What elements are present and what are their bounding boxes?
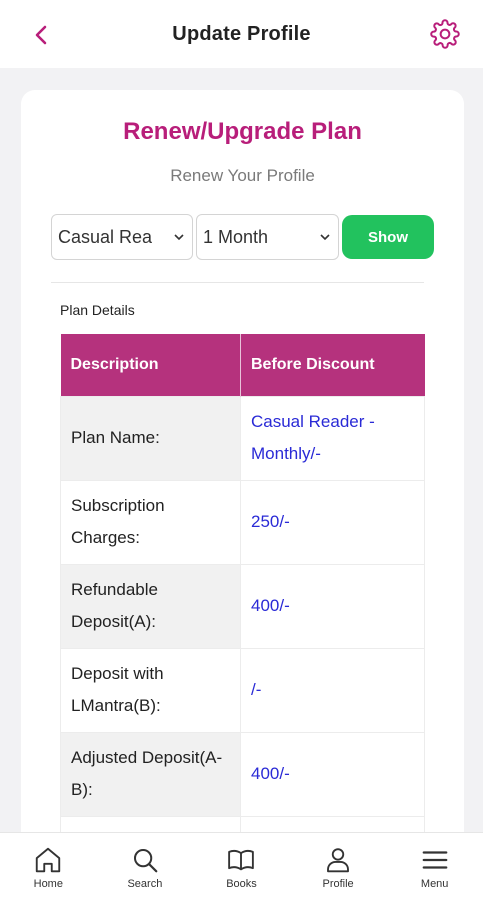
table-row: Refundable Deposit(A): 400/-	[60, 563, 425, 649]
plan-select[interactable]: Casual Rea	[51, 214, 193, 260]
page-title: Update Profile	[172, 22, 311, 45]
renew-plan-card: Renew/Upgrade Plan Renew Your Profile Ca…	[21, 90, 464, 850]
chevron-down-icon	[172, 230, 186, 244]
duration-select[interactable]: 1 Month	[196, 214, 339, 260]
show-button[interactable]: Show	[342, 215, 434, 259]
nav-home[interactable]: Home	[8, 845, 88, 890]
back-button[interactable]	[26, 20, 56, 50]
row-label: Plan Name:	[60, 395, 241, 481]
nav-profile-label: Profile	[322, 878, 354, 890]
home-icon	[36, 847, 61, 873]
nav-menu-label: Menu	[420, 878, 449, 890]
nav-profile[interactable]: Profile	[298, 845, 378, 890]
plan-details-label: Plan Details	[60, 302, 135, 318]
card-heading: Renew/Upgrade Plan	[123, 118, 362, 145]
divider	[51, 282, 424, 283]
profile-icon	[327, 848, 350, 873]
nav-menu[interactable]: Menu	[395, 845, 475, 890]
table-row: Plan Name: Casual Reader - Monthly/-	[60, 395, 425, 481]
row-label: Adjusted Deposit(A-B):	[60, 731, 241, 817]
plan-select-value: Casual Rea	[58, 226, 153, 247]
settings-button[interactable]	[429, 18, 461, 50]
gear-icon	[430, 19, 460, 49]
table-row: Adjusted Deposit(A-B): 400/-	[60, 731, 425, 817]
nav-search-label: Search	[127, 878, 163, 890]
row-value: 400/-	[240, 731, 425, 817]
search-icon	[133, 849, 158, 873]
book-icon	[228, 850, 255, 871]
column-header-before-discount: Before Discount	[240, 334, 425, 396]
table-row: Deposit with LMantra(B): /-	[60, 647, 425, 733]
nav-books-label: Books	[226, 878, 257, 890]
column-header-description: Description	[60, 334, 241, 396]
nav-books[interactable]: Books	[201, 845, 281, 890]
row-value: /-	[240, 647, 425, 733]
top-bar: Update Profile	[0, 0, 483, 68]
row-value: Casual Reader - Monthly/-	[240, 395, 425, 481]
duration-select-value: 1 Month	[203, 226, 269, 247]
bottom-navigation: Home Search Books Profile Menu	[0, 832, 483, 900]
nav-search[interactable]: Search	[105, 845, 185, 890]
nav-home-label: Home	[33, 878, 63, 890]
row-value: 250/-	[240, 479, 425, 565]
card-subtitle: Renew Your Profile	[170, 166, 315, 185]
row-label: Deposit with LMantra(B):	[60, 647, 241, 733]
row-label: Refundable Deposit(A):	[60, 563, 241, 649]
table-row: Subscription Charges: 250/-	[60, 479, 425, 565]
row-label: Subscription Charges:	[60, 479, 241, 565]
chevron-down-icon	[318, 230, 332, 244]
menu-icon	[422, 851, 448, 869]
plan-details-table: Description Before Discount Plan Name: C…	[60, 334, 425, 850]
row-value: 400/-	[240, 563, 425, 649]
chevron-left-icon	[35, 25, 47, 45]
table-header-row: Description Before Discount	[60, 334, 425, 396]
